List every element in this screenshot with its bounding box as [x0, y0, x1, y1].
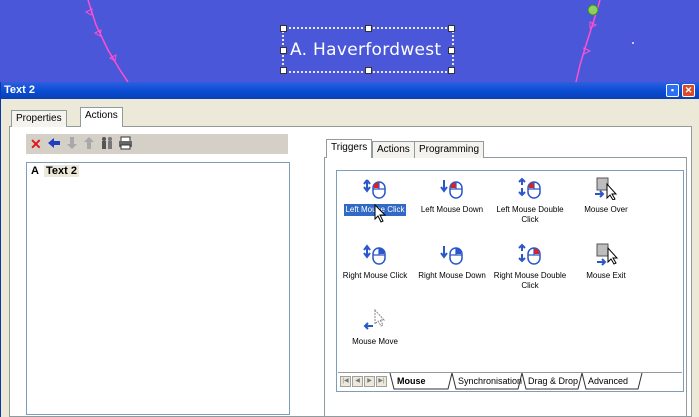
title-bar[interactable]: Text 2 ▪ ✕ [1, 82, 699, 99]
text-properties-window: Text 2 ▪ ✕ Properties Actions ✕ A Text 2 [0, 82, 699, 417]
resize-handle[interactable] [280, 67, 287, 74]
map-label: A. Haverfordwest [290, 40, 442, 60]
trigger-label: Left Mouse Down [420, 205, 484, 214]
resize-handle[interactable] [448, 67, 455, 74]
trigger-label: Right Mouse Double Click [493, 271, 567, 290]
trigger-right-mouse-double-click[interactable]: Right Mouse Double Click [492, 242, 568, 292]
delete-icon[interactable]: ✕ [30, 136, 42, 152]
window-title: Text 2 [4, 84, 35, 96]
tab-actions[interactable]: Actions [80, 107, 123, 127]
tab-properties[interactable]: Properties [11, 110, 67, 127]
trigger-label: Mouse Move [352, 337, 398, 346]
tab-triggers[interactable]: Triggers [326, 139, 373, 158]
action-toolbar: ✕ [26, 134, 288, 154]
people-icon[interactable] [99, 136, 115, 153]
trigger-right-mouse-click[interactable]: Right Mouse Click [337, 242, 413, 282]
tab-mouse[interactable]: Mouse [397, 375, 426, 388]
print-icon[interactable] [118, 136, 133, 153]
tab-synchronisation[interactable]: Synchronisation [458, 375, 522, 388]
trigger-category-tabs: |◀ ◀ ▶ ▶| Mouse Synchronisation Drag & D… [338, 372, 682, 391]
trigger-left-mouse-down[interactable]: Left Mouse Down [414, 176, 490, 216]
tab-programming[interactable]: Programming [414, 141, 485, 158]
right-mouse-double-click-icon [518, 243, 541, 265]
tab-advanced[interactable]: Advanced [588, 375, 628, 388]
back-arrow-icon[interactable] [47, 136, 61, 153]
trigger-label: Mouse Over [584, 205, 628, 214]
trigger-left-mouse-double-click[interactable]: Left Mouse Double Click [492, 176, 568, 226]
trigger-label: Right Mouse Down [418, 271, 486, 280]
resize-handle[interactable] [365, 67, 372, 74]
mouse-move-icon [363, 308, 386, 330]
list-item-letter: A [31, 165, 39, 177]
resize-handle[interactable] [280, 47, 287, 54]
resize-handle[interactable] [448, 25, 455, 32]
resize-handle[interactable] [280, 25, 287, 32]
right-mouse-down-icon [440, 246, 463, 265]
mouse-over-icon [595, 177, 618, 200]
trigger-mouse-exit[interactable]: Mouse Exit [568, 242, 644, 282]
tab-drag-drop[interactable]: Drag & Drop [528, 375, 578, 388]
move-up-icon[interactable] [83, 136, 95, 153]
trigger-mouse-over[interactable]: Mouse Over [568, 176, 644, 216]
list-item-label: Text 2 [44, 165, 79, 177]
minimize-button[interactable]: ▪ [666, 84, 679, 97]
action-list[interactable]: A Text 2 [26, 162, 290, 415]
close-button[interactable]: ✕ [682, 84, 695, 97]
left-mouse-double-click-icon [518, 177, 541, 199]
trigger-label: Mouse Exit [586, 271, 626, 280]
trigger-label: Left Mouse Double Click [496, 205, 564, 224]
move-down-icon[interactable] [66, 136, 78, 153]
left-mouse-click-icon [363, 179, 386, 199]
left-mouse-down-icon [440, 180, 463, 199]
resize-handle[interactable] [448, 47, 455, 54]
trigger-mouse-move[interactable]: Mouse Move [337, 308, 413, 348]
right-mouse-click-icon [363, 244, 386, 265]
trigger-right-mouse-down[interactable]: Right Mouse Down [414, 242, 490, 282]
mouse-pointer-icon [374, 204, 387, 223]
selected-text-object[interactable]: A. Haverfordwest [280, 25, 455, 74]
trigger-label: Right Mouse Click [342, 271, 408, 280]
mouse-exit-icon [596, 243, 619, 266]
resize-handle[interactable] [365, 25, 372, 32]
tab-actions-right[interactable]: Actions [372, 141, 415, 158]
map-canvas[interactable]: A. Haverfordwest [0, 0, 699, 82]
